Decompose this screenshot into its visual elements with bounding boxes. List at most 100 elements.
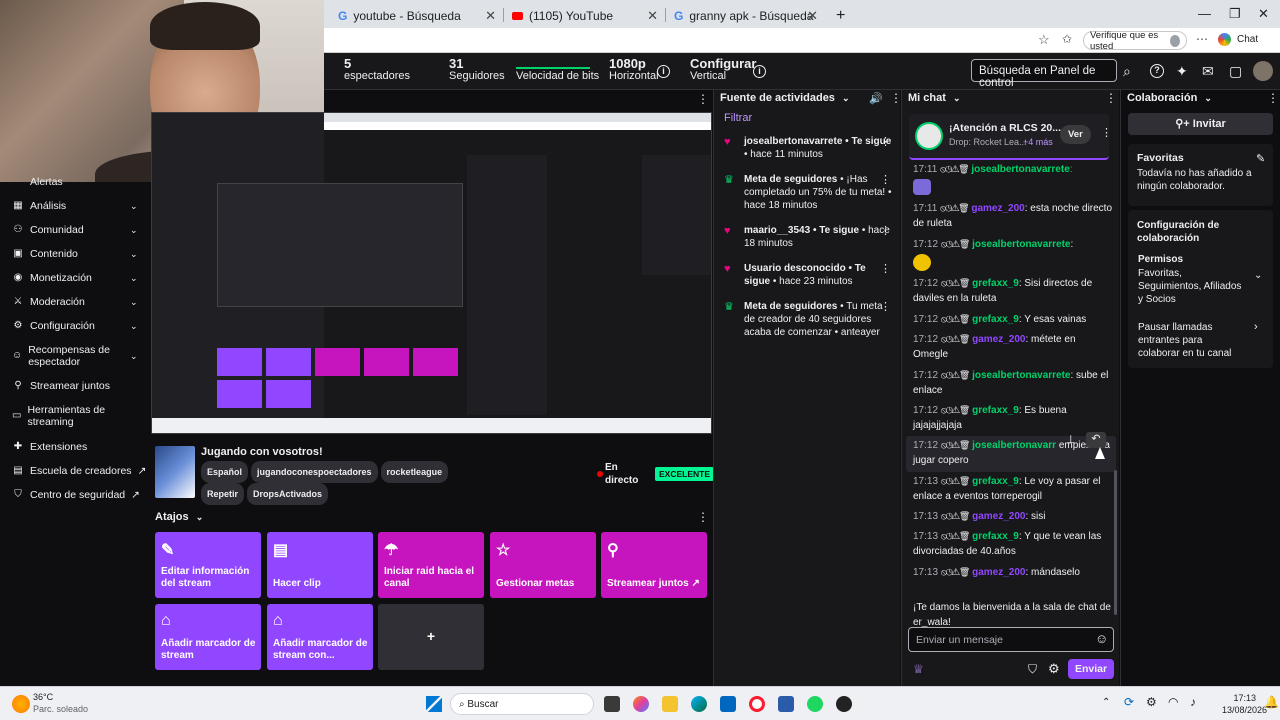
pin-icon[interactable]: ⊥ [1066,433,1076,446]
activity-item[interactable]: ♥ josealbertonavarrete • Te sigue • hace… [724,135,892,161]
copilot-icon[interactable] [1218,33,1231,46]
opera-icon[interactable] [749,696,765,712]
more-options-icon[interactable]: ⋮ [697,92,709,106]
chat-message[interactable]: 17:11 ⦸◷⚠🗑 josealbertonavarrete: [913,162,1113,195]
info-icon[interactable]: i [657,65,670,78]
pinned-message[interactable]: ¡Atención a RLCS 20... Drop: Rocket Lea.… [909,114,1112,160]
browser-tab[interactable]: G youtube - Búsqueda ✕ [330,4,502,28]
stat-vertical[interactable]: Configurar Vertical [690,57,756,82]
make-clip-button[interactable]: ▤ Hacer clip [267,532,373,598]
tag[interactable]: DropsActivados [247,483,329,505]
dashboard-search-input[interactable]: Búsqueda en Panel de control [971,59,1117,89]
send-button[interactable]: Enviar [1068,659,1114,679]
sidebar-item-content[interactable]: ▣ Contenido ⌄ [12,248,137,260]
chat-username[interactable]: grefaxx_9 [972,531,1019,542]
edge-icon[interactable] [691,696,707,712]
game-box-art[interactable] [155,446,195,498]
sidebar-item-moderation[interactable]: ⚔ Moderación ⌄ [12,296,138,308]
favorites-icon[interactable]: ✩ [1062,32,1072,46]
copilot-icon[interactable] [633,696,649,712]
activity-header[interactable]: Fuente de actividades ⌄ [720,92,850,104]
edit-stream-info-button[interactable]: ✎ Editar información del stream [155,532,261,598]
help-icon[interactable]: ? [1150,64,1164,78]
chat-username[interactable]: gamez_200 [972,567,1025,578]
stream-preview[interactable] [151,112,712,434]
more-options-icon[interactable]: ⋮ [880,262,891,275]
add-stream-marker-with-button[interactable]: ⌂ Añadir marcador de stream con... [267,604,373,670]
obs-icon[interactable] [836,696,852,712]
chat-message[interactable]: 17:12 ⦸◷⚠🗑 grefaxx_9: Y esas vainas [913,312,1113,327]
permissions-row[interactable]: Permisos Favoritas, Seguimientos, Afilia… [1130,252,1270,308]
chat-message[interactable]: 17:12 ⦸◷⚠🗑 josealbertonavarr empiezas a … [913,438,1113,468]
chat-message[interactable]: 17:11 ⦸◷⚠🗑 gamez_200: esta noche directo… [913,201,1113,231]
tag[interactable]: Repetir [201,483,245,505]
filter-button[interactable]: Filtrar [724,112,752,124]
more-options-icon[interactable]: ⋮ [880,135,891,148]
sidebar-item-rewards[interactable]: ☺ Recompensas de espectador ⌄ [12,344,138,368]
view-button[interactable]: Ver [1060,125,1091,144]
chat-message[interactable]: 17:12 ⦸◷⚠🗑 gamez_200: métete en Omegle [913,332,1113,362]
tag[interactable]: jugandoconespoectadores [251,461,378,483]
activity-item[interactable]: ♥ Usuario desconocido • Te sigue • hace … [724,262,892,288]
file-explorer-icon[interactable] [662,696,678,712]
minimize-icon[interactable]: — [1198,6,1211,21]
chat-username[interactable]: grefaxx_9 [972,476,1019,487]
more-options-icon[interactable]: ⋮ [1105,91,1117,105]
pause-calls-row[interactable]: Pausar llamadas entrantes para colaborar… [1130,319,1270,362]
notifications-icon[interactable]: 🔔 [1264,695,1279,709]
more-options-icon[interactable]: ⋮ [697,510,709,524]
chat-scrollbar[interactable] [1114,470,1117,615]
sidebar-item-safety-center[interactable]: ⛉ Centro de seguridad ↗ [12,489,140,501]
more-options-icon[interactable]: ⋮ [880,224,891,237]
search-icon[interactable]: ⌕ [1123,63,1131,80]
more-options-icon[interactable]: ⋮ [880,173,891,186]
close-window-icon[interactable]: ✕ [1258,6,1269,22]
avatar[interactable] [1253,61,1273,81]
chat-username[interactable]: gamez_200 [972,511,1025,522]
chat-input[interactable]: Enviar un mensaje ☺ [908,627,1114,652]
activity-item[interactable]: ♥ maario__3543 • Te sigue • hace 18 minu… [724,224,892,250]
reply-icon[interactable]: ↶ [1086,432,1106,448]
chat-username[interactable]: grefaxx_9 [972,314,1019,325]
sidebar-item-streaming-tools[interactable]: ▭ Herramientas de streaming [12,404,122,428]
chat-settings-icon[interactable]: ⚙ [1048,661,1060,677]
add-shortcut-button[interactable]: + [378,604,484,670]
browser-tab[interactable]: (1105) YouTube ✕ [504,4,664,28]
invite-button[interactable]: ⚲+ Invitar [1128,113,1273,135]
chat-username[interactable]: gamez_200 [971,203,1024,214]
store-icon[interactable] [720,696,736,712]
more-options-icon[interactable]: ⋮ [1267,91,1279,105]
sync-icon[interactable]: ⟳ [1124,695,1134,709]
emote-picker-icon[interactable]: ☺ [1095,631,1108,646]
stream-title[interactable]: Jugando con vosotros! [201,446,323,458]
sparkle-icon[interactable]: ✦ [1176,63,1188,80]
close-tab-icon[interactable]: ✕ [485,8,496,24]
spotify-icon[interactable] [807,696,823,712]
activity-item[interactable]: ♛ Meta de seguidores • Tu meta de creado… [724,300,892,339]
windows-start-icon[interactable] [426,696,442,712]
chevron-up-icon[interactable]: ⌃ [1102,697,1110,708]
app-icon[interactable] [778,696,794,712]
chat-message[interactable]: 17:13 ⦸◷⚠🗑 grefaxx_9: Y que te vean las … [913,529,1113,559]
verify-button[interactable]: Verifique que es usted [1083,30,1187,52]
info-icon[interactable]: i [753,65,766,78]
maximize-icon[interactable]: ❐ [1229,6,1241,22]
wifi-icon[interactable]: ◠ [1168,695,1178,709]
new-tab-button[interactable]: + [828,4,848,28]
chat-message[interactable]: 17:13 ⦸◷⚠🗑 gamez_200: sisi [913,509,1113,524]
collab-header[interactable]: Colaboración ⌄ [1127,92,1212,104]
chat-message[interactable]: 17:13 ⦸◷⚠🗑 gamez_200: mándaselo [913,565,1113,580]
chat-username[interactable]: josealbertonavarrete [972,370,1070,381]
volume-icon[interactable]: ♪ [1190,695,1196,709]
sidebar-item-monetization[interactable]: ◉ Monetización ⌄ [12,272,138,284]
sidebar-item-extensions[interactable]: ✚ Extensiones [12,441,87,453]
start-raid-button[interactable]: ☂ Iniciar raid hacia el canal [378,532,484,598]
sidebar-item-community[interactable]: ⚇ Comunidad ⌄ [12,224,138,236]
chat-username[interactable]: grefaxx_9 [972,278,1019,289]
pencil-icon[interactable]: ✎ [1256,152,1265,165]
more-icon[interactable]: ⋯ [1196,32,1208,46]
tag[interactable]: rocketleague [380,461,449,483]
pinned-more-link[interactable]: +4 más [1023,137,1053,147]
volume-icon[interactable]: 🔊 [869,92,883,105]
chat-username[interactable]: gamez_200 [972,334,1025,345]
